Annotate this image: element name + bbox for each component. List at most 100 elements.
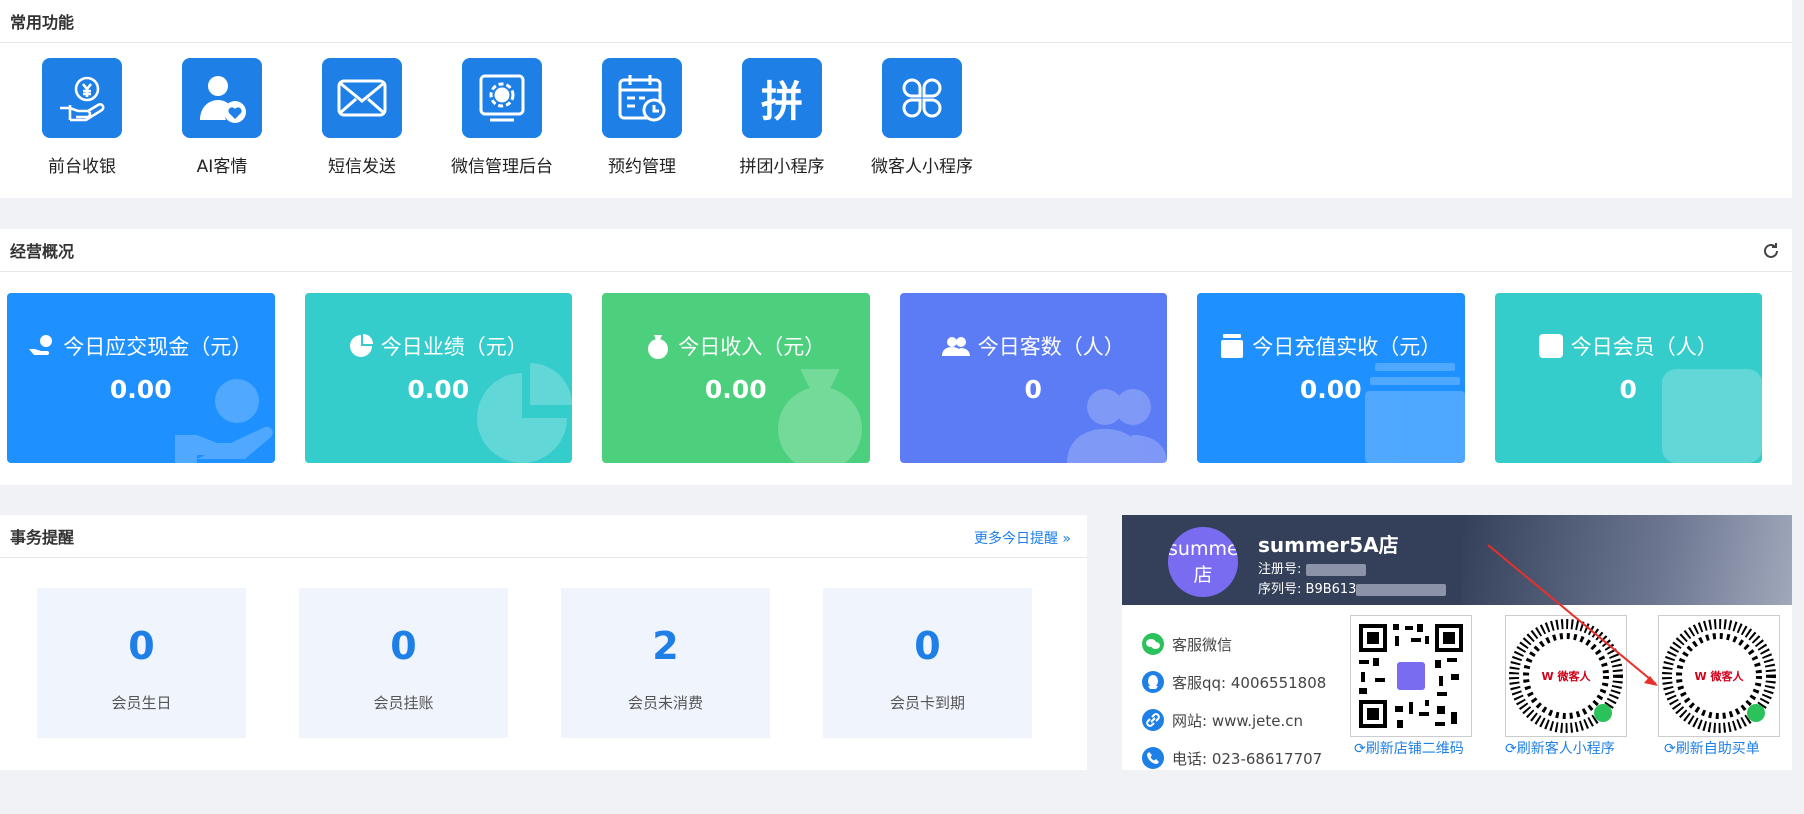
wallet-yen-icon	[1221, 334, 1244, 358]
redacted-value	[1305, 563, 1366, 576]
task-value: 0	[914, 624, 941, 668]
task-reminders-panel: 事务提醒 更多今日提醒 » 0 会员生日 0 会员挂账 2 会员未消费 0 会员…	[0, 515, 1087, 770]
code-brand-text: W 微客人	[1695, 669, 1745, 683]
stat-title: 今日会员（人）	[1570, 335, 1718, 359]
task-card-birthday[interactable]: 0 会员生日	[37, 588, 246, 738]
pie-chart-bg-icon	[477, 363, 572, 463]
wechat-admin-icon	[462, 58, 542, 138]
contact-wechat: 客服微信	[1142, 625, 1326, 663]
quick-item-label: 微客人小程序	[871, 157, 973, 177]
stat-card-members[interactable]: 今日会员（人） 0	[1494, 293, 1762, 463]
annotation-arrow	[1487, 544, 1658, 686]
business-overview-panel: 经营概况 今日应交现金（元） 0.00 今日业绩（元） 0.00 今日收入（元）	[0, 229, 1792, 485]
stat-title: 今日客数（人）	[977, 335, 1125, 359]
money-bag-icon	[648, 335, 669, 359]
stat-title: 今日充值实收（元）	[1252, 335, 1442, 359]
task-card-expiry[interactable]: 0 会员卡到期	[823, 588, 1032, 738]
shop-name: summer5A店	[1258, 533, 1399, 557]
qr-caption: 刷新自助买单	[1675, 741, 1760, 757]
task-value: 0	[128, 624, 155, 668]
wallet-yen-bg-icon	[1364, 363, 1465, 463]
refresh-store-qr-link[interactable]: ⟳刷新店铺二维码	[1354, 738, 1464, 758]
link-icon	[1142, 709, 1164, 731]
quick-item-label: 预约管理	[608, 157, 676, 177]
stat-card-performance[interactable]: 今日业绩（元） 0.00	[304, 293, 572, 463]
quick-item-sms[interactable]: 短信发送	[292, 58, 432, 177]
more-reminders-link[interactable]: 更多今日提醒 »	[974, 528, 1071, 548]
quick-functions-title: 常用功能	[0, 0, 1792, 43]
money-bag-bg-icon	[777, 369, 862, 463]
quick-item-label: AI客情	[196, 157, 248, 177]
contact-text: 客服微信	[1172, 635, 1233, 654]
users-icon	[941, 337, 970, 356]
phone-icon	[1142, 747, 1164, 769]
contact-text: 网站: www.jete.cn	[1172, 711, 1304, 730]
group-buy-glyph: 拼	[760, 76, 803, 126]
quick-item-group-buy[interactable]: 拼 拼团小程序	[712, 58, 852, 177]
quick-item-label: 前台收银	[48, 157, 116, 177]
stat-title: 今日业绩（元）	[380, 335, 528, 359]
serial-line: 序列号: B9B613	[1258, 578, 1447, 597]
envelope-icon	[322, 58, 402, 138]
redacted-value	[1356, 583, 1447, 596]
mini-program-code-image: W 微客人	[1662, 619, 1776, 733]
quick-functions-panel: 常用功能 前台收银 AI客情 短信发送 微信管理后台 预约管理 拼 拼团小程序 …	[0, 0, 1792, 198]
stat-title: 今日应交现金（元）	[63, 335, 253, 359]
quick-item-cashier[interactable]: 前台收银	[12, 58, 152, 177]
contact-text: 客服qq: 4006551808	[1172, 673, 1327, 692]
overview-title: 经营概况	[10, 242, 75, 261]
hand-coin-bg-icon	[174, 379, 273, 463]
group-buy-icon: 拼	[742, 58, 822, 138]
double-chevron-right-icon: »	[1062, 531, 1071, 547]
quick-item-label: 拼团小程序	[739, 157, 825, 177]
contact-text: 电话: 023-68617707	[1172, 749, 1323, 768]
calendar-clock-icon	[602, 58, 682, 138]
stat-card-cash[interactable]: 今日应交现金（元） 0.00	[7, 293, 275, 463]
quick-item-label: 微信管理后台	[451, 157, 553, 177]
registration-label: 注册号:	[1258, 562, 1302, 577]
stat-card-customers[interactable]: 今日客数（人） 0	[899, 293, 1167, 463]
shop-info-card: summer5A店 summer5A店 注册号: 序列号: B9B613 客服微…	[1122, 515, 1792, 770]
quick-item-booking[interactable]: 预约管理	[572, 58, 712, 177]
contact-website[interactable]: 网站: www.jete.cn	[1142, 701, 1326, 739]
quick-item-ai-customer[interactable]: AI客情	[152, 58, 292, 177]
qr-caption: 刷新客人小程序	[1516, 741, 1615, 757]
more-reminders-label: 更多今日提醒	[973, 531, 1058, 547]
qq-icon	[1142, 671, 1164, 693]
refresh-self-checkout-link[interactable]: ⟳刷新自助买单	[1664, 738, 1760, 758]
members-bg-icon	[1662, 369, 1762, 463]
users-bg-icon	[1067, 389, 1167, 463]
stat-title: 今日收入（元）	[678, 335, 826, 359]
customer-heart-icon	[182, 58, 262, 138]
refresh-icon[interactable]	[1762, 242, 1780, 260]
quick-item-guest-miniprogram[interactable]: 微客人小程序	[852, 58, 992, 177]
self-checkout-code: W 微客人	[1658, 615, 1780, 737]
refresh-guest-miniprogram-link[interactable]: ⟳刷新客人小程序	[1505, 738, 1615, 758]
quick-item-label: 短信发送	[328, 157, 396, 177]
members-icon	[1538, 334, 1563, 358]
refresh-icon: ⟳	[1664, 741, 1676, 757]
contact-phone: 电话: 023-68617707	[1142, 739, 1326, 777]
four-leaf-icon	[882, 58, 962, 138]
wechat-icon	[1142, 633, 1164, 655]
refresh-icon: ⟳	[1354, 741, 1366, 757]
quick-item-wechat-admin[interactable]: 微信管理后台	[432, 58, 572, 177]
task-card-inactive[interactable]: 2 会员未消费	[561, 588, 770, 738]
serial-label: 序列号:	[1258, 582, 1302, 597]
refresh-icon: ⟳	[1505, 741, 1517, 757]
tasks-title: 事务提醒	[10, 528, 75, 547]
avatar: summer5A店	[1168, 527, 1238, 597]
task-card-credit[interactable]: 0 会员挂账	[299, 588, 508, 738]
qr-caption: 刷新店铺二维码	[1365, 741, 1464, 757]
task-label: 会员挂账	[373, 694, 434, 712]
task-label: 会员生日	[111, 694, 172, 712]
cashier-hand-yen-icon	[42, 58, 122, 138]
task-value: 0	[390, 624, 417, 668]
contact-qq: 客服qq: 4006551808	[1142, 663, 1326, 701]
task-label: 会员卡到期	[889, 694, 965, 712]
stat-card-income[interactable]: 今日收入（元） 0.00	[602, 293, 870, 463]
hand-coin-icon	[29, 335, 53, 355]
serial-value: B9B613	[1305, 582, 1357, 597]
stat-card-recharge[interactable]: 今日充值实收（元） 0.00	[1197, 293, 1465, 463]
pie-chart-icon	[349, 334, 373, 357]
